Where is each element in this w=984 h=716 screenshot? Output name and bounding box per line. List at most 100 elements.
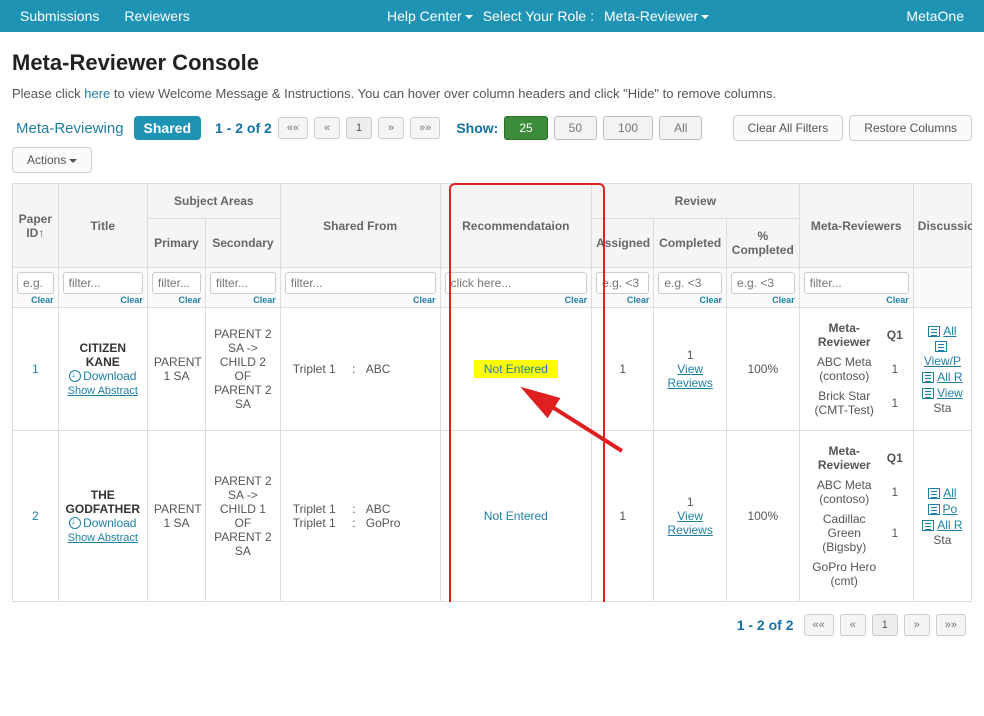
col-title[interactable]: Title — [58, 184, 147, 268]
nav-submissions[interactable]: Submissions — [20, 8, 99, 24]
clear-assigned[interactable]: Clear — [596, 295, 649, 305]
nav-reviewers[interactable]: Reviewers — [124, 8, 189, 24]
table-row: 1CITIZEN KANEDownloadShow AbstractPARENT… — [13, 308, 972, 431]
col-subject-areas[interactable]: Subject Areas — [147, 184, 280, 219]
tab-meta-reviewing[interactable]: Meta-Reviewing — [12, 120, 128, 137]
filter-mr[interactable] — [804, 272, 909, 294]
page-size-100[interactable]: 100 — [603, 116, 653, 140]
filter-title[interactable] — [63, 272, 143, 294]
footer-pager: 1 - 2 of 2 «« « 1 » »» — [12, 602, 972, 648]
show-abstract-link[interactable]: Show Abstract — [68, 385, 138, 397]
toolbar: Meta-Reviewing Shared 1 - 2 of 2 «« « 1 … — [12, 115, 972, 173]
clear-id[interactable]: Clear — [17, 295, 54, 305]
footer-pager-prev[interactable]: « — [840, 614, 866, 636]
discussion-link[interactable]: All — [943, 324, 956, 338]
pager-page-1[interactable]: 1 — [346, 117, 372, 139]
col-secondary[interactable]: Secondary — [206, 219, 281, 268]
filter-secondary[interactable] — [210, 272, 276, 294]
download-link[interactable]: Download — [69, 516, 136, 530]
stats-text: Sta — [920, 401, 965, 415]
nav-help-center[interactable]: Help Center — [387, 8, 473, 24]
col-meta-reviewers[interactable]: Meta-Reviewers — [799, 184, 913, 268]
clear-completed[interactable]: Clear — [658, 295, 722, 305]
footer-record-count: 1 - 2 of 2 — [737, 617, 794, 633]
restore-columns-button[interactable]: Restore Columns — [849, 115, 972, 141]
download-link[interactable]: Download — [69, 369, 136, 383]
paper-title: THE GODFATHER — [65, 488, 141, 516]
discussion-link[interactable]: All R — [937, 370, 962, 384]
discussion-cell: All View/P All R ViewSta — [913, 308, 971, 431]
shared-from: Triplet 1:ABCTriplet 1:GoPro — [280, 431, 440, 602]
list-icon — [922, 520, 934, 531]
actions-dropdown[interactable]: Actions — [12, 147, 92, 173]
pager-next[interactable]: » — [378, 117, 404, 139]
col-recommendation[interactable]: Recommendataion — [440, 184, 592, 268]
pager-last[interactable]: »» — [410, 117, 440, 139]
clear-shared[interactable]: Clear — [285, 295, 436, 305]
clear-secondary[interactable]: Clear — [210, 295, 276, 305]
list-icon — [922, 372, 934, 383]
col-discussion[interactable]: Discussion — [913, 184, 971, 268]
discussion-link[interactable]: All R — [937, 518, 962, 532]
pct-completed: 100% — [726, 308, 799, 431]
recommendation-cell[interactable]: Not Entered — [440, 308, 592, 431]
footer-pager-page-1[interactable]: 1 — [872, 614, 898, 636]
clear-mr[interactable]: Clear — [804, 295, 909, 305]
paper-id-link[interactable]: 1 — [32, 362, 39, 376]
instructions-text: Please click here to view Welcome Messag… — [12, 86, 972, 101]
page-size-25[interactable]: 25 — [504, 116, 547, 140]
footer-pager-first[interactable]: «« — [804, 614, 834, 636]
clear-pct[interactable]: Clear — [731, 295, 795, 305]
recommendation-cell[interactable]: Not Entered — [440, 431, 592, 602]
clear-filters-button[interactable]: Clear All Filters — [733, 115, 844, 141]
completed: 1View Reviews — [654, 308, 727, 431]
download-icon — [69, 370, 81, 382]
clear-rec[interactable]: Clear — [445, 295, 588, 305]
completed: 1View Reviews — [654, 431, 727, 602]
filter-shared[interactable] — [285, 272, 436, 294]
col-pct-completed[interactable]: % Completed — [726, 219, 799, 268]
clear-primary[interactable]: Clear — [152, 295, 201, 305]
filter-pct[interactable] — [731, 272, 795, 294]
role-dropdown[interactable]: Meta-Reviewer — [604, 8, 709, 24]
col-completed[interactable]: Completed — [654, 219, 727, 268]
secondary-area: PARENT 2 SA -> CHILD 2 OF PARENT 2 SA — [206, 308, 281, 431]
primary-area: PARENT 1 SA — [147, 308, 205, 431]
discussion-link[interactable]: Po — [943, 502, 958, 516]
paper-id-link[interactable]: 2 — [32, 509, 39, 523]
filter-id[interactable] — [17, 272, 54, 294]
discussion-link[interactable]: All — [943, 486, 956, 500]
footer-pager-last[interactable]: »» — [936, 614, 966, 636]
clear-title[interactable]: Clear — [63, 295, 143, 305]
page-size-all[interactable]: All — [659, 116, 702, 140]
discussion-link[interactable]: View/P — [924, 354, 961, 368]
table-row: 2THE GODFATHERDownloadShow AbstractPAREN… — [13, 431, 972, 602]
filter-primary[interactable] — [152, 272, 201, 294]
user-menu[interactable]: MetaOne — [906, 8, 964, 24]
col-shared-from[interactable]: Shared From — [280, 184, 440, 268]
col-assigned[interactable]: Assigned — [592, 219, 654, 268]
col-paper-id[interactable]: Paper ID↑ — [13, 184, 59, 268]
view-reviews-link[interactable]: View Reviews — [667, 509, 712, 537]
show-abstract-link[interactable]: Show Abstract — [68, 532, 138, 544]
pct-completed: 100% — [726, 431, 799, 602]
pager-first[interactable]: «« — [278, 117, 308, 139]
top-navbar: Submissions Reviewers Help Center Select… — [0, 0, 984, 32]
footer-pager-next[interactable]: » — [904, 614, 930, 636]
discussion-link[interactable]: View — [937, 386, 963, 400]
sort-asc-icon: ↑ — [38, 226, 44, 240]
view-reviews-link[interactable]: View Reviews — [667, 362, 712, 390]
stats-text: Sta — [920, 533, 965, 547]
col-review[interactable]: Review — [592, 184, 800, 219]
filter-assigned[interactable] — [596, 272, 649, 294]
page-size-50[interactable]: 50 — [554, 116, 597, 140]
col-primary[interactable]: Primary — [147, 219, 205, 268]
show-label: Show: — [456, 120, 498, 136]
pager-prev[interactable]: « — [314, 117, 340, 139]
assigned: 1 — [592, 431, 654, 602]
filter-recommendation[interactable] — [445, 272, 588, 294]
download-icon — [69, 517, 81, 529]
instructions-link[interactable]: here — [84, 86, 110, 101]
filter-completed[interactable] — [658, 272, 722, 294]
tab-shared[interactable]: Shared — [134, 116, 201, 140]
